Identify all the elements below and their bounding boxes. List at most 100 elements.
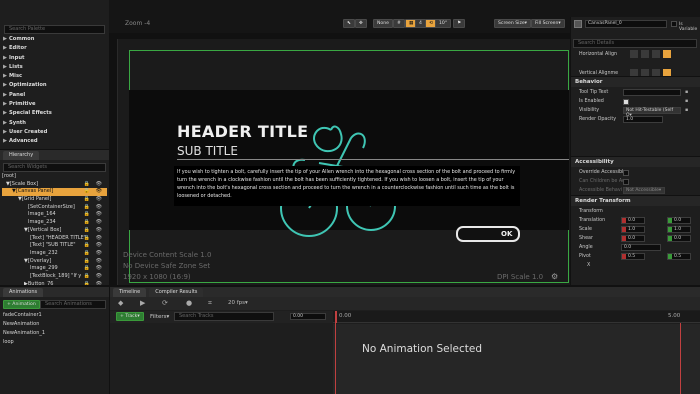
tooltip-bind-icon[interactable]: ▪	[685, 88, 688, 97]
palette-category[interactable]: ▶ Editor	[0, 44, 109, 53]
visibility-eye-icon[interactable]: 🔒 👁	[84, 211, 104, 219]
animation-item[interactable]: fadeContainer1	[3, 311, 106, 320]
hierarchy-item[interactable]: [Text] "SUB TITLE" 🔒 👁	[2, 242, 107, 250]
hierarchy-item[interactable]: [root]	[2, 173, 107, 181]
tab-hierarchy[interactable]: Hierarchy	[3, 150, 40, 160]
loop-icon[interactable]: ⟳	[162, 299, 168, 307]
tab-timeline[interactable]: Timeline	[113, 287, 147, 297]
shear-x-field[interactable]: 0.0	[621, 235, 645, 242]
visibility-eye-icon[interactable]: 🔒 👁	[84, 196, 104, 204]
align-left-icon[interactable]	[630, 50, 638, 58]
animation-item[interactable]: NewAnimation	[3, 320, 106, 329]
hierarchy-item[interactable]: Image_232 🔒 👁	[2, 250, 107, 258]
palette-category[interactable]: ▶ Advanced	[0, 137, 109, 146]
snap-timeline-icon[interactable]: ⌗	[208, 299, 212, 308]
fps-dropdown[interactable]: 20 fps▾	[228, 300, 248, 306]
hierarchy-item[interactable]: ▼[Canvas Panel] 🔒 👁	[2, 188, 107, 197]
render-transform-section-header[interactable]: Render Transform	[571, 195, 700, 206]
horizontal-align-label: Horizontal Align	[579, 52, 618, 57]
visibility-bind-icon[interactable]: ▪	[685, 106, 688, 115]
hierarchy-item[interactable]: ▼[Vertical Box] 🔒 👁	[2, 227, 107, 235]
pivot-y-field[interactable]: 0.5	[667, 253, 691, 260]
palette-category[interactable]: ▶ Optimization	[0, 81, 109, 90]
override-accessible-checkbox[interactable]	[623, 169, 629, 176]
palette-category[interactable]: ▶ Lists	[0, 63, 109, 72]
palette-category[interactable]: ▶ Synth	[0, 119, 109, 128]
palette-category[interactable]: ▶ Primitive	[0, 100, 109, 109]
override-accessible-label: Override Accessible	[579, 170, 627, 175]
visibility-eye-icon[interactable]: 🔒 👁	[84, 250, 104, 258]
tab-compiler-results[interactable]: Compiler Results	[149, 287, 204, 297]
screen-size-dropdown[interactable]: Screen Size▾	[494, 19, 531, 28]
move-icon[interactable]: ✥	[355, 19, 367, 28]
palette-category[interactable]: ▶ Panel	[0, 91, 109, 100]
autokey-icon[interactable]: ●	[186, 299, 192, 307]
align-fill-horizontal-icon[interactable]	[663, 50, 671, 58]
visibility-eye-icon[interactable]: 🔒 👁	[84, 242, 104, 250]
accessible-behavior-dropdown[interactable]: Not Accessible▾	[623, 187, 665, 194]
fill-screen-dropdown[interactable]: Fill Screen▾	[531, 19, 565, 28]
align-right-icon[interactable]	[652, 50, 660, 58]
filters-dropdown[interactable]: Filters▾	[150, 314, 169, 320]
playhead-marker[interactable]	[335, 311, 337, 323]
palette-category[interactable]: ▶ Common	[0, 35, 109, 44]
grid-toggle-icon[interactable]: #	[393, 19, 405, 28]
palette-category[interactable]: ▶ Input	[0, 54, 109, 63]
add-track-button[interactable]: + Track▾	[116, 312, 144, 321]
is-enabled-bind-icon[interactable]: ▪	[685, 97, 688, 106]
accessibility-section-header[interactable]: Accessibility	[571, 156, 700, 167]
visibility-eye-icon[interactable]: 🔒 👁	[84, 273, 104, 281]
hierarchy-search-input[interactable]: Search Widgets	[3, 163, 106, 172]
scale-y-field[interactable]: 1.0	[667, 226, 691, 233]
visibility-dropdown[interactable]: Not Hit-Testable (Self O▾	[623, 107, 681, 118]
palette-search-input[interactable]: Search Palette	[4, 25, 105, 34]
visibility-eye-icon[interactable]: 🔒 👁	[84, 188, 104, 196]
angle-field[interactable]: 0.0	[621, 244, 661, 251]
hierarchy-item[interactable]: ▼[Grid Panel] 🔒 👁	[2, 196, 107, 204]
animations-search-input[interactable]: Search Animations	[40, 300, 106, 309]
palette-category[interactable]: ▶ Misc	[0, 72, 109, 81]
hierarchy-item[interactable]: Image_234 🔒 👁	[2, 219, 107, 227]
render-opacity-field[interactable]: 1.0	[623, 116, 663, 123]
scale-x-field[interactable]: 1.0	[621, 226, 645, 233]
palette-category[interactable]: ▶ Special Effects	[0, 109, 109, 118]
visibility-eye-icon[interactable]: 🔒 👁	[84, 265, 104, 273]
key-icon[interactable]: ◆	[118, 299, 123, 307]
ok-button[interactable]: OK	[456, 226, 520, 242]
angle-row: Angle 0.0	[571, 243, 700, 252]
visibility-eye-icon[interactable]: 🔒 👁	[84, 227, 104, 235]
is-enabled-checkbox[interactable]	[623, 98, 629, 105]
is-variable-checkbox[interactable]	[671, 21, 677, 27]
shear-y-field[interactable]: 0.0	[667, 235, 691, 242]
tracks-search-input[interactable]: Search Tracks	[174, 312, 274, 321]
translation-y-field[interactable]: 0.0	[667, 217, 691, 224]
name-field[interactable]: CanvasPanel_0	[585, 20, 667, 28]
tab-animations[interactable]: Animations	[3, 287, 44, 297]
tooltip-field[interactable]	[623, 89, 681, 96]
time-ruler[interactable]: 0.00 5.00	[333, 311, 700, 323]
can-children-checkbox[interactable]	[623, 178, 629, 185]
animation-item[interactable]: NewAnimation_1	[3, 329, 106, 338]
flag-icon[interactable]: ⚑	[453, 19, 466, 28]
current-time-field[interactable]: 0.00	[290, 313, 326, 320]
align-center-icon[interactable]	[641, 50, 649, 58]
hierarchy-item[interactable]: Image_164 🔒 👁	[2, 211, 107, 219]
rotate-snap-value[interactable]: 10°	[435, 19, 452, 28]
palette-category[interactable]: ▶ User Created	[0, 128, 109, 137]
details-search-input[interactable]: Search Details	[573, 39, 697, 48]
dpi-settings-icon[interactable]: ⚙	[551, 272, 558, 281]
pointer-icon[interactable]: ⬉	[343, 19, 355, 28]
add-animation-button[interactable]: + Animation	[3, 300, 40, 309]
designer-canvas[interactable]: HEADER TITLE SUB TITLE If you wish to ti…	[109, 33, 570, 285]
visibility-eye-icon[interactable]: 🔒 👁	[84, 219, 104, 227]
none-dropdown[interactable]: None	[373, 19, 393, 28]
behavior-section-header[interactable]: Behavior	[571, 76, 700, 87]
play-icon[interactable]: ▶	[140, 299, 145, 307]
palette-category-label: Misc	[9, 73, 23, 80]
pivot-x-field[interactable]: 0.5	[621, 253, 645, 260]
palette-category-list: ▶ Common ▶ Editor ▶ Input ▶ Lists ▶ Misc ▶ Optimiza…	[0, 35, 109, 147]
translation-x-field[interactable]: 0.0	[621, 217, 645, 224]
hierarchy-item[interactable]: Image_299 🔒 👁	[2, 265, 107, 273]
hierarchy-item[interactable]: [TextBlock_189] "If y 🔒 👁	[2, 273, 107, 281]
animation-item[interactable]: loop	[3, 338, 106, 347]
